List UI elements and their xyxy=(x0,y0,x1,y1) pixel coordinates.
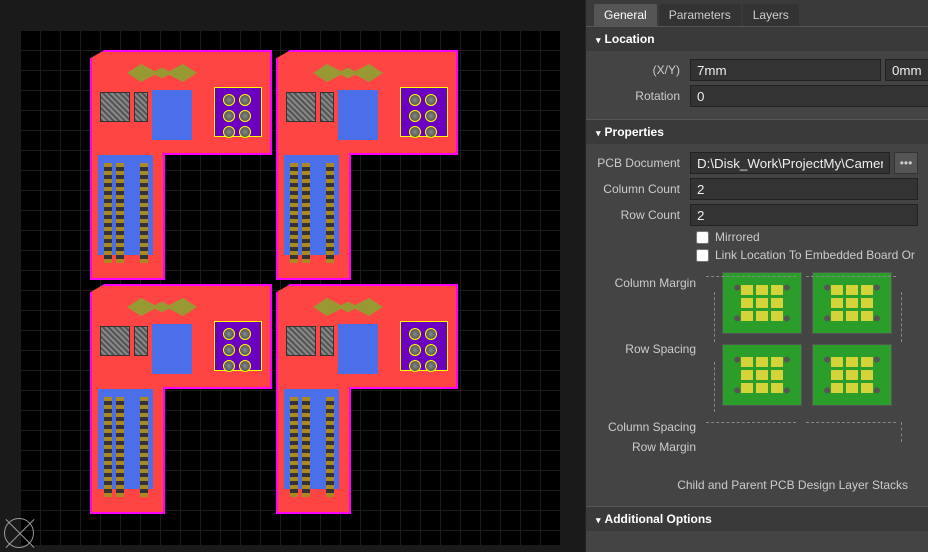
pcb-viewport[interactable] xyxy=(0,0,585,552)
pcb-document-input[interactable] xyxy=(690,152,890,174)
link-location-label: Link Location To Embedded Board Or xyxy=(715,248,915,262)
tab-parameters[interactable]: Parameters xyxy=(659,4,741,26)
column-count-label: Column Count xyxy=(596,182,686,196)
location-y-input[interactable] xyxy=(885,59,928,81)
arrow-icon xyxy=(901,292,902,342)
panel-tabs: General Parameters Layers xyxy=(586,0,928,26)
arrow-icon xyxy=(806,276,896,277)
mirrored-checkbox[interactable] xyxy=(696,231,709,244)
mirrored-label: Mirrored xyxy=(715,230,760,244)
arrow-icon xyxy=(706,276,796,277)
origin-marker-icon xyxy=(4,518,34,548)
ellipsis-icon: ••• xyxy=(900,156,913,170)
link-location-checkbox[interactable] xyxy=(696,249,709,262)
properties-panel: General Parameters Layers Location (X/Y)… xyxy=(585,0,928,552)
row-spacing-label: Row Spacing xyxy=(596,342,696,356)
embedded-board-array[interactable] xyxy=(90,50,585,514)
location-x-input[interactable] xyxy=(690,59,881,81)
layer-stacks-link[interactable]: Child and Parent PCB Design Layer Stacks xyxy=(596,472,918,498)
rotation-input[interactable] xyxy=(690,85,928,107)
pcb-document-label: PCB Document xyxy=(596,156,686,170)
board-instance xyxy=(90,284,272,514)
section-properties-header[interactable]: Properties xyxy=(586,119,928,144)
arrow-icon xyxy=(714,362,715,412)
tab-layers[interactable]: Layers xyxy=(743,4,799,26)
section-location-header[interactable]: Location xyxy=(586,26,928,51)
section-additional-header[interactable]: Additional Options xyxy=(586,506,928,531)
xy-label: (X/Y) xyxy=(596,63,686,77)
arrow-icon xyxy=(714,292,715,342)
arrow-icon xyxy=(706,422,796,423)
board-instance xyxy=(90,50,272,280)
column-spacing-label: Column Spacing xyxy=(596,420,696,434)
rotation-label: Rotation xyxy=(596,89,686,103)
browse-button[interactable]: ••• xyxy=(894,152,918,174)
board-instance xyxy=(276,50,458,280)
row-count-label: Row Count xyxy=(596,208,686,222)
tab-general[interactable]: General xyxy=(594,4,657,26)
arrow-icon xyxy=(806,422,896,423)
board-instance xyxy=(276,284,458,514)
arrow-icon xyxy=(901,422,902,442)
spacing-diagram: Column Margin Row Spacing Column Spacing… xyxy=(596,272,918,472)
row-count-input[interactable] xyxy=(690,204,918,226)
column-margin-label: Column Margin xyxy=(596,276,696,290)
column-count-input[interactable] xyxy=(690,178,918,200)
row-margin-label: Row Margin xyxy=(596,440,696,454)
